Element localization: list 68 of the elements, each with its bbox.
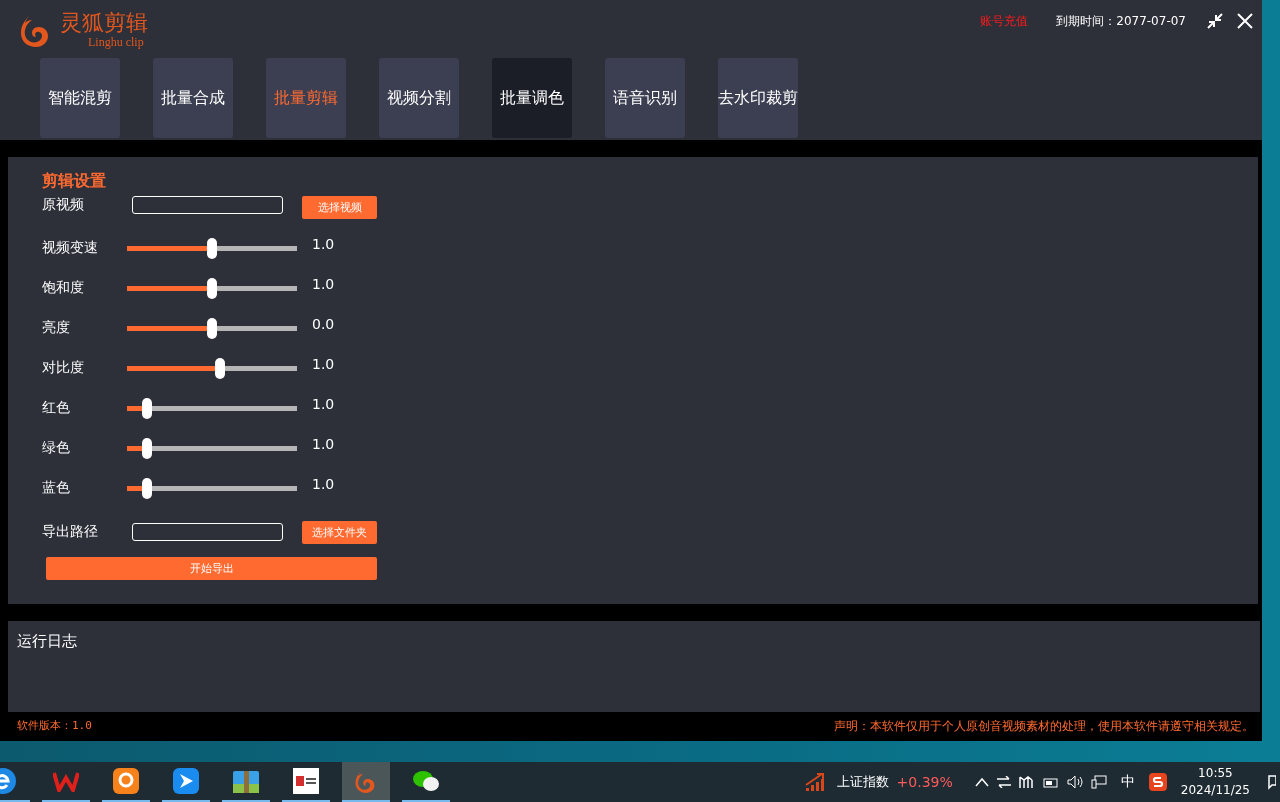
slider[interactable]	[127, 397, 297, 419]
office-icon[interactable]	[53, 770, 79, 792]
slider-value: 1.0	[312, 476, 335, 492]
slider[interactable]	[127, 317, 297, 339]
minimize-icon[interactable]	[1206, 12, 1224, 30]
slider-thumb[interactable]	[207, 237, 217, 259]
slider-label: 红色	[42, 399, 71, 417]
slider-thumb[interactable]	[207, 317, 217, 339]
slider[interactable]	[127, 237, 297, 259]
news-app-icon[interactable]	[293, 768, 319, 794]
slider-label: 对比度	[42, 359, 85, 377]
slider[interactable]	[127, 277, 297, 299]
archive-icon[interactable]	[233, 768, 259, 794]
video-path-field[interactable]	[132, 196, 283, 214]
nav-tab[interactable]: 批量合成	[153, 58, 233, 138]
slider-label: 亮度	[42, 319, 71, 337]
input-method-indicator[interactable]: 中	[1120, 773, 1135, 791]
paper-plane-icon[interactable]	[173, 768, 199, 794]
browser-icon[interactable]	[0, 768, 16, 794]
nav-tab[interactable]: 去水印裁剪	[718, 58, 798, 138]
nav-tab[interactable]: 智能混剪	[40, 58, 120, 138]
clock-time[interactable]: 10:55	[1198, 765, 1233, 782]
log-title: 运行日志	[17, 632, 77, 650]
slider-thumb[interactable]	[207, 277, 217, 299]
slider-label: 视频变速	[42, 239, 99, 257]
slider-value: 1.0	[312, 396, 335, 412]
close-icon[interactable]	[1236, 12, 1254, 30]
battery-icon[interactable]	[1042, 776, 1059, 788]
slider-value: 1.0	[312, 276, 335, 292]
squirrel-icon[interactable]	[113, 768, 139, 794]
field-label: 原视频	[42, 196, 85, 214]
stock-index-change: +0.39%	[896, 774, 953, 790]
slider-value: 1.0	[312, 236, 335, 252]
speaker-icon[interactable]	[1066, 775, 1083, 789]
app-subtitle: Linghu clip	[88, 34, 145, 50]
section-title: 剪辑设置	[42, 171, 106, 192]
slider-value: 1.0	[312, 436, 335, 452]
clock-date[interactable]: 2024/11/25	[1180, 782, 1250, 799]
slider-thumb[interactable]	[214, 357, 225, 379]
slider-value: 0.0	[312, 316, 335, 332]
sogou-icon[interactable]	[1148, 773, 1167, 791]
slider-label: 绿色	[42, 439, 71, 457]
disclaimer-text: 声明：本软件仅用于个人原创音视频素材的处理，使用本软件请遵守相关规定。	[834, 718, 1254, 735]
slider-thumb[interactable]	[142, 397, 153, 419]
chat-icon[interactable]	[412, 769, 440, 793]
nav-tab[interactable]: 视频分割	[379, 58, 459, 138]
expiry-date: 到期时间：2077-07-07	[1056, 12, 1186, 30]
slider[interactable]	[127, 357, 297, 379]
chevron-up-icon[interactable]	[974, 777, 989, 787]
slider[interactable]	[127, 437, 297, 459]
nav-tab[interactable]: 批量调色	[492, 58, 572, 138]
slider-label: 蓝色	[42, 479, 71, 497]
nav-tab[interactable]: 语音识别	[605, 58, 685, 138]
version-text: 软件版本：1.0	[17, 718, 92, 734]
stock-index-name: 上证指数	[836, 773, 889, 791]
app-title: 灵狐剪辑	[60, 10, 148, 35]
field-label: 导出路径	[42, 523, 99, 541]
network-icon[interactable]	[1090, 775, 1107, 789]
transfer-icon[interactable]	[996, 776, 1011, 788]
slider-thumb[interactable]	[142, 477, 153, 499]
output-path-field[interactable]	[132, 523, 283, 541]
notification-icon[interactable]	[1268, 774, 1276, 790]
bars-icon[interactable]	[1018, 776, 1035, 788]
slider-label: 饱和度	[42, 279, 85, 297]
slider[interactable]	[127, 477, 297, 499]
nav-tab[interactable]: 批量剪辑	[266, 58, 346, 138]
slider-thumb[interactable]	[142, 437, 153, 459]
slider-value: 1.0	[312, 356, 335, 372]
